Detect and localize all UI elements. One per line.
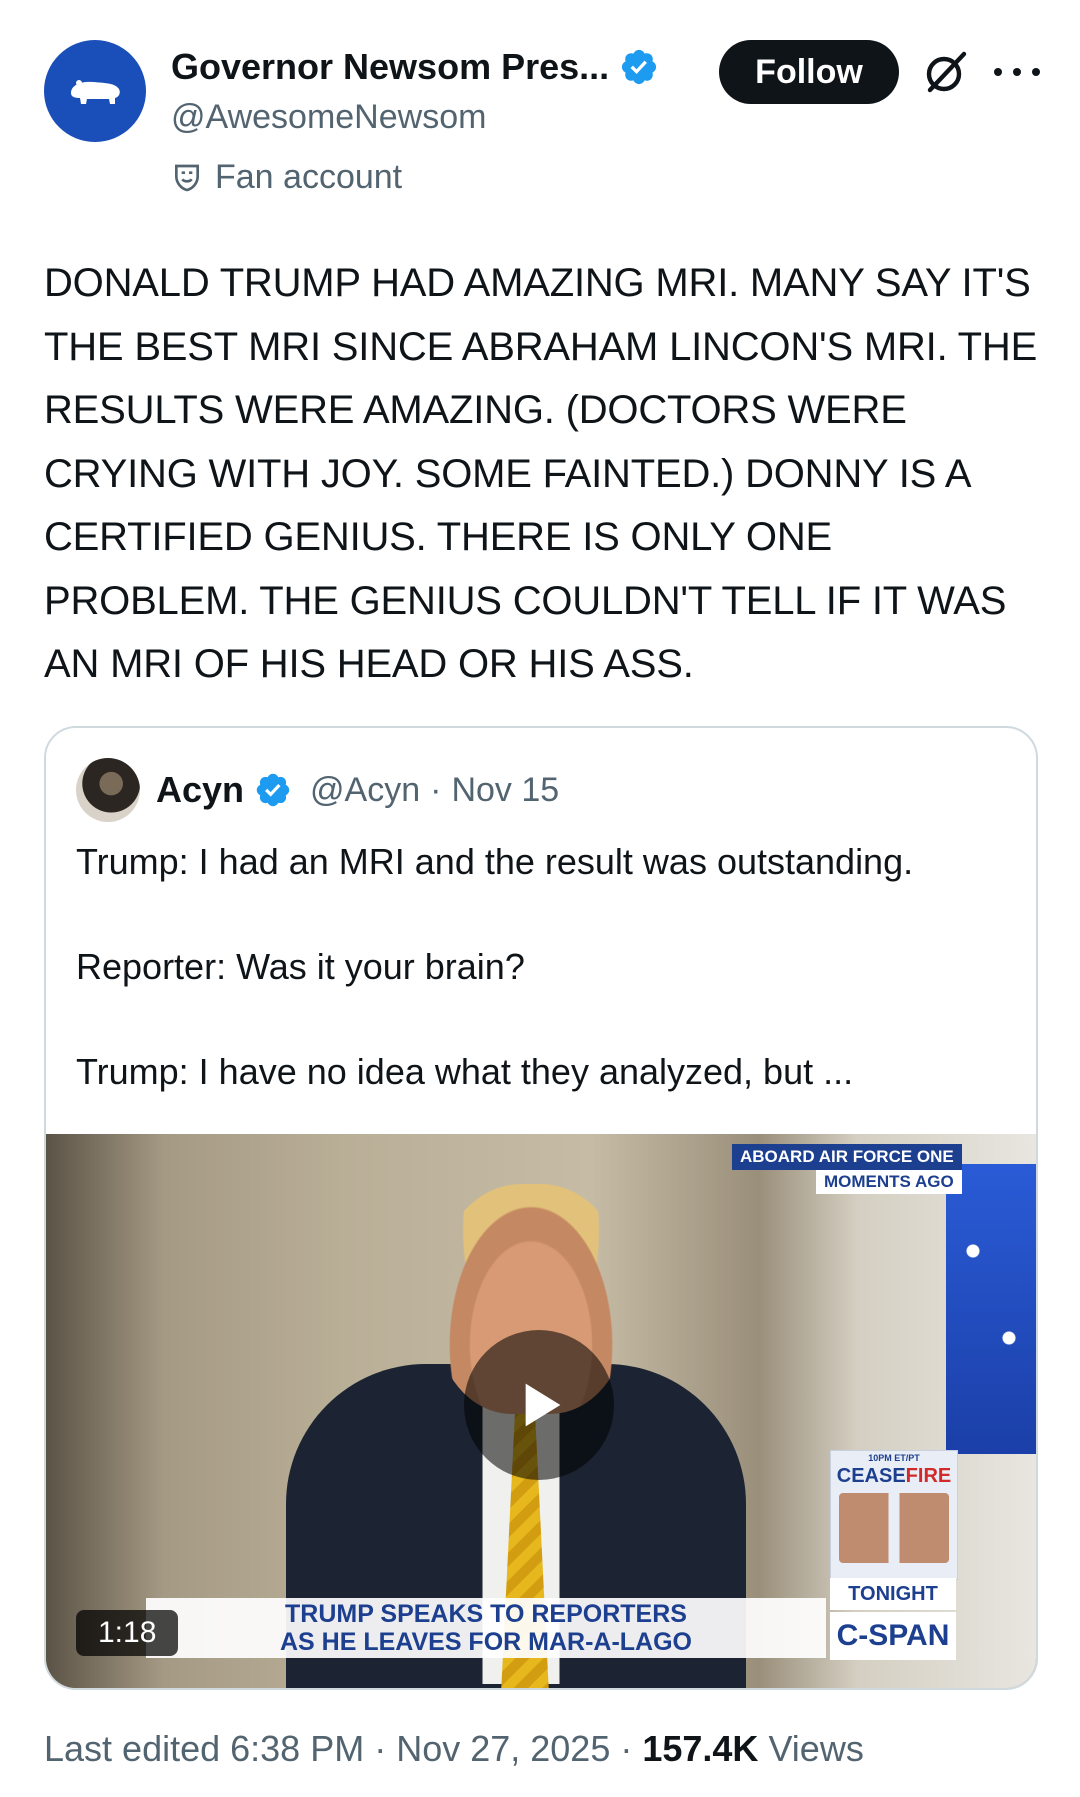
more-options-icon[interactable] [994,48,1040,96]
author-name-row: Governor Newsom Pres... [171,46,659,88]
lower-third-line: AS HE LEAVES FOR MAR-A-LAGO [279,1628,693,1656]
masks-icon [175,164,199,191]
promo-title-b: FIRE [905,1465,952,1487]
quote-separator: · [430,770,442,809]
author-avatar[interactable] [44,40,146,142]
quote-paragraph: Trump: I have no idea what they analyzed… [76,1051,854,1092]
play-icon [525,1383,561,1427]
edited-timestamp[interactable]: Last edited 6:38 PM · Nov 27, 2025 · [44,1728,642,1769]
verified-badge-icon [256,773,290,807]
fan-account-label: Fan account [171,158,402,197]
quote-author-handle[interactable]: @Acyn [310,771,420,810]
quote-body: Trump: I had an MRI and the result was o… [76,836,1006,1151]
promo-box: 10PM ET/PT CEASEFIRE [830,1450,958,1580]
promo-tonight: TONIGHT [830,1578,956,1610]
quote-date[interactable]: Nov 15 [451,771,559,810]
views-label: Views [758,1728,864,1769]
bear-logo-icon [71,80,120,104]
tweet-header: Governor Newsom Pres... @AwesomeNewsom F… [44,40,1040,210]
lower-third-line: TRUMP SPEAKS TO REPORTERS [285,1600,687,1628]
fan-account-text: Fan account [215,158,403,196]
promo-title-a: CEASE [836,1465,906,1487]
quoted-tweet-card[interactable]: Acyn @Acyn · Nov 15 Trump: I had an MRI … [44,726,1038,1690]
author-handle[interactable]: @AwesomeNewsom [171,98,486,137]
chyron-time: MOMENTS AGO [816,1170,962,1194]
follow-button[interactable]: Follow [719,40,899,104]
verified-badge-icon [622,49,657,85]
grok-icon[interactable] [922,48,970,96]
lower-third-caption: TRUMP SPEAKS TO REPORTERS AS HE LEAVES F… [146,1598,826,1658]
video-duration: 1:18 [76,1610,179,1656]
video-player[interactable]: ABOARD AIR FORCE ONE MOMENTS AGO 10PM ET… [46,1134,1036,1688]
quote-header: Acyn @Acyn · Nov 15 [76,758,559,822]
tweet-text: DONALD TRUMP HAD AMAZING MRI. MANY SAY I… [44,261,1038,686]
promo-faces [839,1493,949,1563]
views-count: 157.4K [642,1728,759,1769]
play-button[interactable] [464,1330,614,1480]
promo-time: 10PM ET/PT [868,1453,920,1463]
author-display-name[interactable]: Governor Newsom Pres... [171,46,609,88]
chyron-location: ABOARD AIR FORCE ONE [732,1144,962,1170]
video-flag-panel [946,1164,1036,1454]
quote-paragraph: Reporter: Was it your brain? [76,946,525,987]
quote-paragraph: Trump: I had an MRI and the result was o… [76,841,914,882]
network-logo: C-SPAN [830,1612,956,1660]
tweet-footer: Last edited 6:38 PM · Nov 27, 2025 · 157… [44,1728,864,1770]
quote-author-avatar[interactable] [76,758,140,822]
promo-title: CEASEFIRE [831,1465,957,1488]
quote-author-name[interactable]: Acyn [156,769,244,811]
